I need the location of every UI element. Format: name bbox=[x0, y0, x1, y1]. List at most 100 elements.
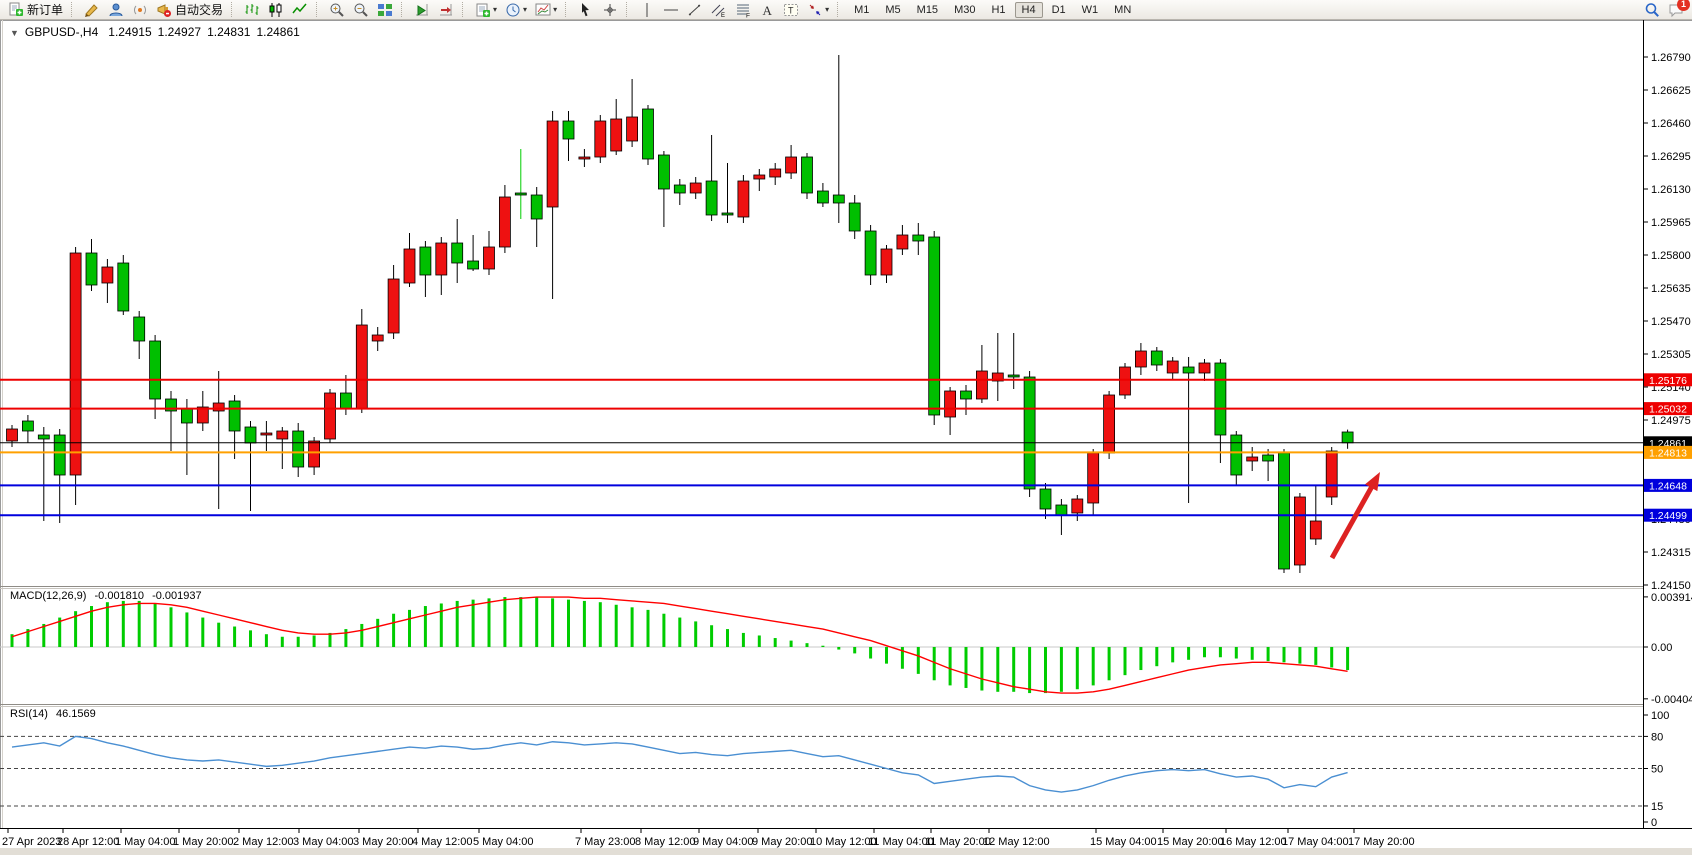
timeframe-button-h1[interactable]: H1 bbox=[984, 2, 1012, 18]
chat-icon: 1 bbox=[1668, 2, 1684, 18]
ohlc-low: 1.24831 bbox=[207, 25, 250, 39]
svg-text:E: E bbox=[721, 13, 725, 18]
dropdown-caret-icon: ▾ bbox=[553, 5, 557, 14]
rsi-tick-label: 80 bbox=[1651, 731, 1663, 743]
macd-tick-label: 0.003914 bbox=[1651, 592, 1692, 604]
toolbar-button-zoom-out[interactable] bbox=[350, 0, 372, 20]
ohlc-open: 1.24915 bbox=[108, 25, 151, 39]
price-tick-label: 1.26625 bbox=[1651, 85, 1691, 97]
toolbar-button-community[interactable] bbox=[105, 0, 127, 20]
toolbar-button-template[interactable]: ▾ bbox=[532, 0, 560, 20]
toolbar-button-cursor[interactable] bbox=[575, 0, 597, 20]
timeframe-button-w1[interactable]: W1 bbox=[1075, 2, 1106, 18]
toolbar-button-candle-chart[interactable] bbox=[265, 0, 287, 20]
toolbar-separator bbox=[231, 2, 236, 17]
toolbar-button-channel[interactable]: E bbox=[708, 0, 730, 20]
ohlc-close: 1.24861 bbox=[256, 25, 299, 39]
price-tick-label: 1.26460 bbox=[1651, 118, 1691, 130]
time-axis-label: 2 May 12:00 bbox=[233, 836, 294, 848]
toolbar-button-arrows-tool[interactable]: ▾ bbox=[804, 0, 832, 20]
toolbar-button-shift-chart[interactable] bbox=[435, 0, 457, 20]
toolbar-button-auto-scroll[interactable] bbox=[411, 0, 433, 20]
timeframe-button-h4[interactable]: H4 bbox=[1015, 2, 1043, 18]
symbol-dropdown-icon[interactable]: ▼ bbox=[10, 28, 19, 38]
toolbar-separator bbox=[71, 2, 76, 17]
candle-chart-icon bbox=[268, 2, 284, 18]
toolbar-button-vline[interactable] bbox=[636, 0, 658, 20]
new-chart-icon bbox=[475, 2, 491, 18]
time-axis-label: 9 May 04:00 bbox=[693, 836, 754, 848]
svg-text:A: A bbox=[763, 3, 773, 18]
zoom-out-icon bbox=[353, 2, 369, 18]
timeframe-button-m15[interactable]: M15 bbox=[910, 2, 945, 18]
dropdown-caret-icon: ▾ bbox=[825, 5, 829, 14]
svg-text:T: T bbox=[788, 5, 794, 15]
time-axis-label: 4 May 12:00 bbox=[412, 836, 473, 848]
time-axis-label: 9 May 20:00 bbox=[752, 836, 813, 848]
period-icon bbox=[505, 2, 521, 18]
toolbar-button-search[interactable] bbox=[1641, 0, 1663, 20]
macd-indicator-label: MACD(12,26,9) -0.001810 -0.001937 bbox=[10, 590, 207, 602]
toolbar-button-line-chart[interactable] bbox=[289, 0, 311, 20]
trendline-icon bbox=[687, 2, 703, 18]
toolbar-button-text-label[interactable]: T bbox=[780, 0, 802, 20]
channel-icon: E bbox=[711, 2, 727, 18]
template-icon bbox=[535, 2, 551, 18]
search-icon bbox=[1644, 2, 1660, 18]
signals-icon bbox=[132, 2, 148, 18]
rsi-tick-label: 0 bbox=[1651, 817, 1657, 829]
toolbar-button-signals[interactable] bbox=[129, 0, 151, 20]
toolbar-button-autotrading[interactable]: 自动交易 bbox=[153, 0, 226, 20]
toolbar-button-zoom-in[interactable] bbox=[326, 0, 348, 20]
tile-windows-icon bbox=[377, 2, 393, 18]
vline-icon bbox=[639, 2, 655, 18]
notification-badge: 1 bbox=[1677, 0, 1690, 11]
toolbar-button-fibo[interactable]: F bbox=[732, 0, 754, 20]
toolbar-button-trendline[interactable] bbox=[684, 0, 706, 20]
toolbar-button-chat[interactable]: 1 bbox=[1665, 0, 1687, 20]
rsi-name: RSI(14) bbox=[10, 708, 48, 720]
toolbar-button-tile-windows[interactable] bbox=[374, 0, 396, 20]
timeframe-button-mn[interactable]: MN bbox=[1107, 2, 1138, 18]
hline-icon bbox=[663, 2, 679, 18]
toolbar-separator bbox=[462, 2, 467, 17]
price-tick-label: 1.24975 bbox=[1651, 415, 1691, 427]
time-axis-label: 3 May 20:00 bbox=[353, 836, 414, 848]
toolbar-button-bars-chart[interactable] bbox=[241, 0, 263, 20]
community-icon bbox=[108, 2, 124, 18]
timeframe-button-m1[interactable]: M1 bbox=[847, 2, 876, 18]
time-axis-label: 11 May 04:00 bbox=[868, 836, 934, 848]
toolbar-button-period[interactable]: ▾ bbox=[502, 0, 530, 20]
rsi-indicator-label: RSI(14) 46.1569 bbox=[10, 708, 101, 720]
toolbar-button-new-chart[interactable]: ▾ bbox=[472, 0, 500, 20]
price-tag-label: 1.25032 bbox=[1649, 404, 1687, 416]
macd-name: MACD(12,26,9) bbox=[10, 590, 86, 602]
bars-chart-icon bbox=[244, 2, 260, 18]
timeframe-button-d1[interactable]: D1 bbox=[1045, 2, 1073, 18]
timeframe-button-m30[interactable]: M30 bbox=[947, 2, 982, 18]
time-axis-label: 16 May 12:00 bbox=[1220, 836, 1287, 848]
text-label-icon: T bbox=[783, 2, 799, 18]
arrows-tool-icon bbox=[807, 2, 823, 18]
chart-title-row: ▼GBPUSD-,H41.249151.249271.248311.24861 bbox=[10, 25, 306, 39]
toolbar-button-text[interactable]: A bbox=[756, 0, 778, 20]
rsi-value: 46.1569 bbox=[56, 708, 96, 720]
price-tick-label: 1.26295 bbox=[1651, 151, 1691, 163]
toolbar-button-hline[interactable] bbox=[660, 0, 682, 20]
timeframe-button-m5[interactable]: M5 bbox=[878, 2, 907, 18]
auto-scroll-icon bbox=[414, 2, 430, 18]
toolbar-button-crosshair[interactable] bbox=[599, 0, 621, 20]
time-axis-label: 8 May 12:00 bbox=[635, 836, 696, 848]
toolbar-separator bbox=[401, 2, 406, 17]
symbol-period-label: GBPUSD-,H4 bbox=[25, 25, 98, 39]
time-axis-label: 3 May 04:00 bbox=[293, 836, 354, 848]
toolbar-button-styler[interactable] bbox=[81, 0, 103, 20]
time-axis-label: 15 May 20:00 bbox=[1157, 836, 1224, 848]
time-axis-label: 11 May 20:00 bbox=[925, 836, 991, 848]
toolbar-button-new-order[interactable]: 新订单 bbox=[5, 0, 66, 20]
text-icon: A bbox=[759, 2, 775, 18]
time-axis-label: 28 Apr 12:00 bbox=[57, 836, 119, 848]
svg-text:F: F bbox=[746, 12, 750, 18]
chart-canvas[interactable]: 1.267901.266251.264601.262951.261301.259… bbox=[0, 20, 1692, 855]
dropdown-caret-icon: ▾ bbox=[493, 5, 497, 14]
